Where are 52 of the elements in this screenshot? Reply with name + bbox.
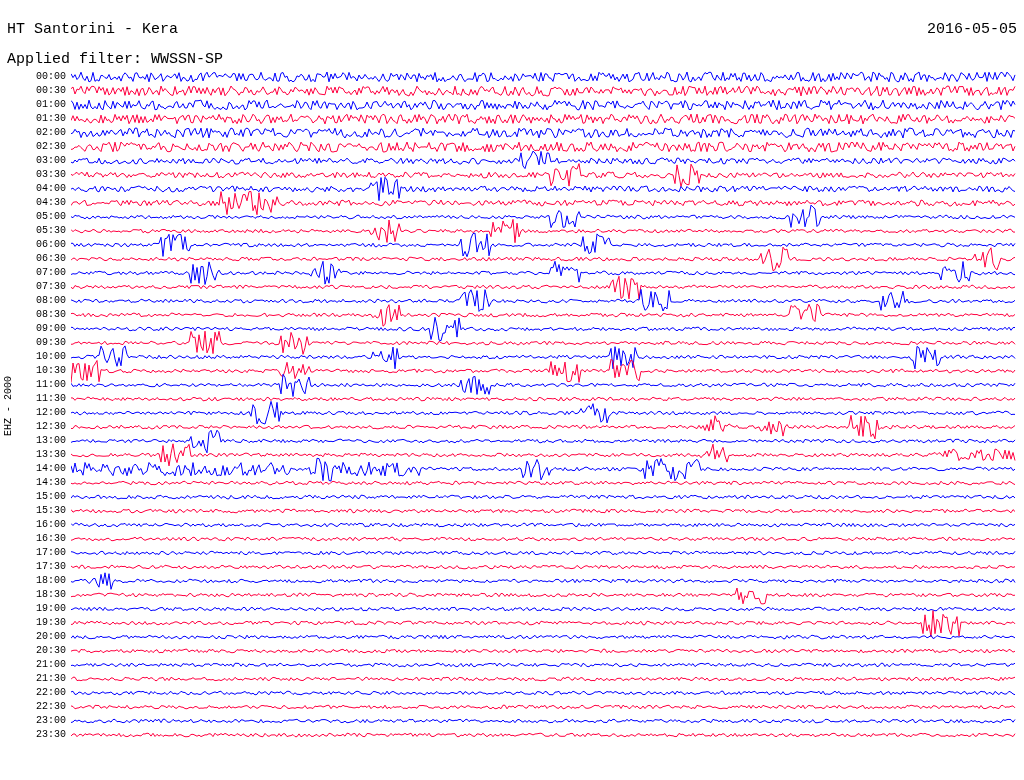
time-label: 01:00 <box>36 98 66 112</box>
time-label: 19:00 <box>36 602 66 616</box>
time-label: 10:30 <box>36 364 66 378</box>
time-label: 18:30 <box>36 588 66 602</box>
time-label: 19:30 <box>36 616 66 630</box>
time-label: 16:00 <box>36 518 66 532</box>
time-label: 15:30 <box>36 504 66 518</box>
time-label: 21:30 <box>36 672 66 686</box>
channel-label: EHZ - 2000 <box>3 376 15 436</box>
time-label: 07:30 <box>36 280 66 294</box>
time-label: 16:30 <box>36 532 66 546</box>
time-label: 03:30 <box>36 168 66 182</box>
time-label: 11:30 <box>36 392 66 406</box>
time-label: 21:00 <box>36 658 66 672</box>
time-label: 22:30 <box>36 700 66 714</box>
time-label: 20:00 <box>36 630 66 644</box>
time-label: 12:30 <box>36 420 66 434</box>
time-label: 03:00 <box>36 154 66 168</box>
time-label: 10:00 <box>36 350 66 364</box>
time-label: 13:30 <box>36 448 66 462</box>
time-label: 23:00 <box>36 714 66 728</box>
time-label: 09:30 <box>36 336 66 350</box>
time-label: 12:00 <box>36 406 66 420</box>
time-label: 04:30 <box>36 196 66 210</box>
time-label: 11:00 <box>36 378 66 392</box>
time-label: 06:30 <box>36 252 66 266</box>
time-label: 05:00 <box>36 210 66 224</box>
time-label: 08:30 <box>36 308 66 322</box>
time-label: 04:00 <box>36 182 66 196</box>
plot-date: 2016-05-05 <box>927 20 1017 40</box>
time-label: 08:00 <box>36 294 66 308</box>
time-label: 15:00 <box>36 490 66 504</box>
time-label: 23:30 <box>36 728 66 742</box>
time-label: 01:30 <box>36 112 66 126</box>
time-label: 02:30 <box>36 140 66 154</box>
time-label: 02:00 <box>36 126 66 140</box>
time-label: 07:00 <box>36 266 66 280</box>
time-label: 18:00 <box>36 574 66 588</box>
time-label: 06:00 <box>36 238 66 252</box>
time-label: 13:00 <box>36 434 66 448</box>
time-label: 05:30 <box>36 224 66 238</box>
time-label: 14:00 <box>36 462 66 476</box>
time-label: 09:00 <box>36 322 66 336</box>
time-label: 00:30 <box>36 84 66 98</box>
filter-label: Applied filter: WWSSN-SP <box>7 51 224 68</box>
time-label: 00:00 <box>36 70 66 84</box>
plot-title: HT Santorini - Kera <box>7 20 179 40</box>
time-label: 17:00 <box>36 546 66 560</box>
time-label: 17:30 <box>36 560 66 574</box>
time-label: 14:30 <box>36 476 66 490</box>
time-label: 20:30 <box>36 644 66 658</box>
time-label: 22:00 <box>36 686 66 700</box>
